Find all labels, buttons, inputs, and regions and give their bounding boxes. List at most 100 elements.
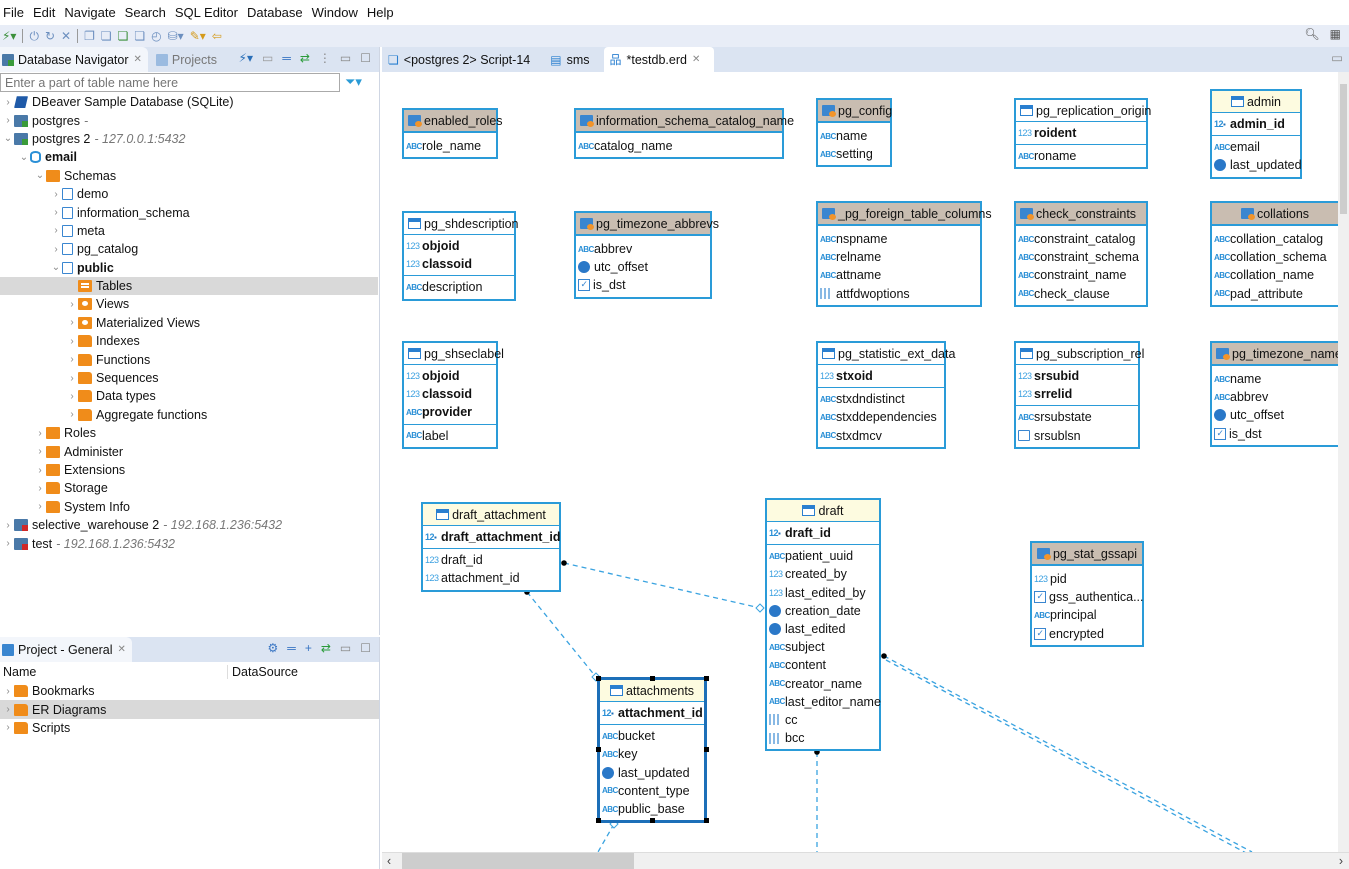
tree-item-system-info[interactable]: › System Info [0, 498, 378, 516]
attribute-row[interactable]: ABC abbrev [1212, 388, 1338, 406]
attribute-row[interactable]: ABC constraint_name [1016, 266, 1146, 284]
attribute-row[interactable]: ABC description [404, 278, 514, 296]
chevron-down-icon[interactable]: ⌄ [2, 133, 14, 144]
attribute-row[interactable]: ABC setting [818, 145, 890, 163]
relationship-draft-right[interactable] [883, 655, 1253, 852]
attribute-row[interactable]: last_updated [1212, 156, 1302, 174]
tab-database-navigator[interactable]: Database Navigator ✕ [0, 47, 148, 72]
project-item-bookmarks[interactable]: › Bookmarks [0, 682, 379, 700]
entity-header[interactable]: pg_subscription_rel [1016, 343, 1144, 365]
chevron-right-icon[interactable]: › [2, 686, 14, 697]
tree-item-tables[interactable]: Tables [0, 276, 378, 296]
table-filter-input[interactable] [0, 73, 340, 92]
tree-item-sequences[interactable]: › Sequences [0, 369, 378, 387]
entity-header[interactable]: admin [1212, 91, 1300, 113]
attribute-row[interactable]: ABC public_base [600, 800, 704, 818]
attribute-row[interactable]: ABC role_name [404, 137, 496, 155]
entity-header[interactable]: collations [1212, 203, 1338, 225]
attribute-row[interactable]: 123 created_by [767, 565, 879, 583]
attribute-row[interactable]: ABC bucket [600, 727, 704, 745]
tab-sms[interactable]: ▤ sms [544, 47, 603, 72]
attribute-row[interactable]: ✓ is_dst [576, 276, 710, 294]
chevron-right-icon[interactable]: › [66, 373, 78, 384]
new-connection-icon[interactable]: ⚡▾ [2, 29, 16, 43]
menu-file[interactable]: File [3, 5, 24, 20]
project-item-er-diagrams[interactable]: › ER Diagrams [0, 700, 379, 719]
attribute-row[interactable]: ABC catalog_name [576, 137, 782, 155]
minimize-icon[interactable]: ▭ [1331, 50, 1343, 65]
attribute-row[interactable]: 123 classoid [404, 255, 514, 273]
chevron-right-icon[interactable]: › [34, 501, 46, 512]
attribute-row[interactable]: 123 roident [1016, 124, 1146, 142]
view-menu-icon[interactable]: ⋮ [319, 51, 331, 65]
entity-pg_shsec[interactable]: pg_shseclabel 123 objoid 123 classoid ABC prov… [402, 341, 504, 449]
selection-handle[interactable] [704, 818, 709, 823]
tree-item-schemas[interactable]: ⌄ Schemas [0, 167, 378, 185]
selection-handle[interactable] [596, 747, 601, 752]
entity-header[interactable]: _pg_foreign_table_columns [818, 203, 992, 225]
chevron-right-icon[interactable]: › [50, 207, 62, 218]
attribute-row[interactable]: 12▪ attachment_id [600, 704, 704, 722]
selection-handle[interactable] [704, 747, 709, 752]
entity-isc[interactable]: information_schema_catalog_name ABC catalo… [574, 108, 794, 160]
tree-item-dbeaver-sample-database-sqlite-[interactable]: › DBeaver Sample Database (SQLite) [0, 93, 378, 111]
attribute-row[interactable]: 123 stxoid [818, 367, 944, 385]
entity-header[interactable]: pg_timezone_names [1212, 343, 1338, 365]
chevron-right-icon[interactable]: › [66, 317, 78, 328]
maximize-icon[interactable]: ☐ [360, 641, 371, 655]
tree-item-information-schema[interactable]: › information_schema [0, 203, 378, 221]
attribute-row[interactable]: ABC subject [767, 638, 879, 656]
entity-header[interactable]: draft [767, 500, 879, 522]
tree-item-email[interactable]: ⌄ email [0, 148, 378, 166]
collapse-icon[interactable]: ═ [287, 641, 296, 655]
tree-item-public[interactable]: ⌄ public [0, 259, 378, 277]
relationship-draft-attachment-attachments[interactable] [526, 591, 597, 678]
maximize-icon[interactable]: ☐ [360, 51, 371, 65]
tree-item-postgres-2[interactable]: ⌄ postgres 2- 127.0.0.1:5432 [0, 130, 378, 148]
attribute-row[interactable]: 123 srrelid [1016, 385, 1138, 403]
tree-item-extensions[interactable]: › Extensions [0, 461, 378, 479]
attribute-row[interactable]: ABC patient_uuid [767, 547, 879, 565]
chevron-right-icon[interactable]: › [2, 115, 14, 126]
attribute-row[interactable]: ABC constraint_catalog [1016, 230, 1146, 248]
entity-enabled_roles[interactable]: enabled_roles ABC role_name [402, 108, 503, 160]
chevron-right-icon[interactable]: › [2, 722, 14, 733]
attribute-row[interactable]: 12▪ admin_id [1212, 115, 1300, 133]
attribute-row[interactable]: ABC relname [818, 248, 980, 266]
settings-gear-icon[interactable]: ⚙ [268, 641, 279, 655]
tree-item-views[interactable]: › Views [0, 295, 378, 313]
menu-edit[interactable]: Edit [33, 5, 55, 20]
entity-pg_config[interactable]: pg_config ABC name ABC setting [816, 98, 892, 168]
scroll-thumb[interactable] [402, 853, 634, 869]
tools-icon[interactable]: ✎▾ [190, 29, 206, 43]
entity-pg_shdesc[interactable]: pg_shdescription 123 objoid 123 classoid ABC d… [402, 211, 519, 301]
attribute-row[interactable]: ABC name [1212, 370, 1338, 388]
sql-editor-icon[interactable]: ❐ [84, 29, 95, 43]
entity-draft_att[interactable]: draft_attachment 12▪ draft_attachment_id 12… [421, 502, 561, 592]
link-icon[interactable]: ⇄ [321, 641, 331, 655]
attribute-row[interactable]: 123 objoid [404, 237, 514, 255]
attribute-row[interactable]: ABC attname [818, 266, 980, 284]
entity-header[interactable]: pg_replication_origin [1016, 100, 1151, 122]
entity-header[interactable]: attachments [600, 680, 704, 702]
selection-handle[interactable] [650, 818, 655, 823]
attribute-row[interactable]: ✓ gss_authentica... [1032, 588, 1144, 606]
filter-icon[interactable]: ⏷▾ [345, 74, 362, 90]
attribute-row[interactable]: ABC stxddependencies [818, 408, 944, 426]
chevron-right-icon[interactable]: › [50, 244, 62, 255]
menu-sql-editor[interactable]: SQL Editor [175, 5, 238, 20]
relationship-draft-attachment-draft[interactable] [563, 562, 761, 609]
attribute-row[interactable]: ABC email [1212, 138, 1300, 156]
link-with-editor-icon[interactable]: ⇄ [300, 51, 310, 65]
tab-testdb-erd[interactable]: 品 *testdb.erd ✕ [603, 47, 715, 72]
attribute-row[interactable]: ABC stxdmcv [818, 427, 944, 445]
chevron-right-icon[interactable]: › [2, 520, 14, 531]
tree-item-aggregate-functions[interactable]: › Aggregate functions [0, 406, 378, 424]
tab-postgres-2-script-14[interactable]: ❏ <postgres 2> Script-14 [382, 47, 544, 72]
entity-draft[interactable]: draft 12▪ draft_id ABC patient_uuid 123 create… [765, 498, 881, 752]
chevron-right-icon[interactable]: › [34, 446, 46, 457]
attribute-row[interactable]: srsublsn [1016, 427, 1138, 445]
entity-header[interactable]: pg_timezone_abbrevs [576, 213, 719, 235]
entity-pg_tzabbr[interactable]: pg_timezone_abbrevs ABC abbrev utc_offset ✓ i… [574, 211, 719, 299]
chevron-right-icon[interactable]: › [34, 465, 46, 476]
